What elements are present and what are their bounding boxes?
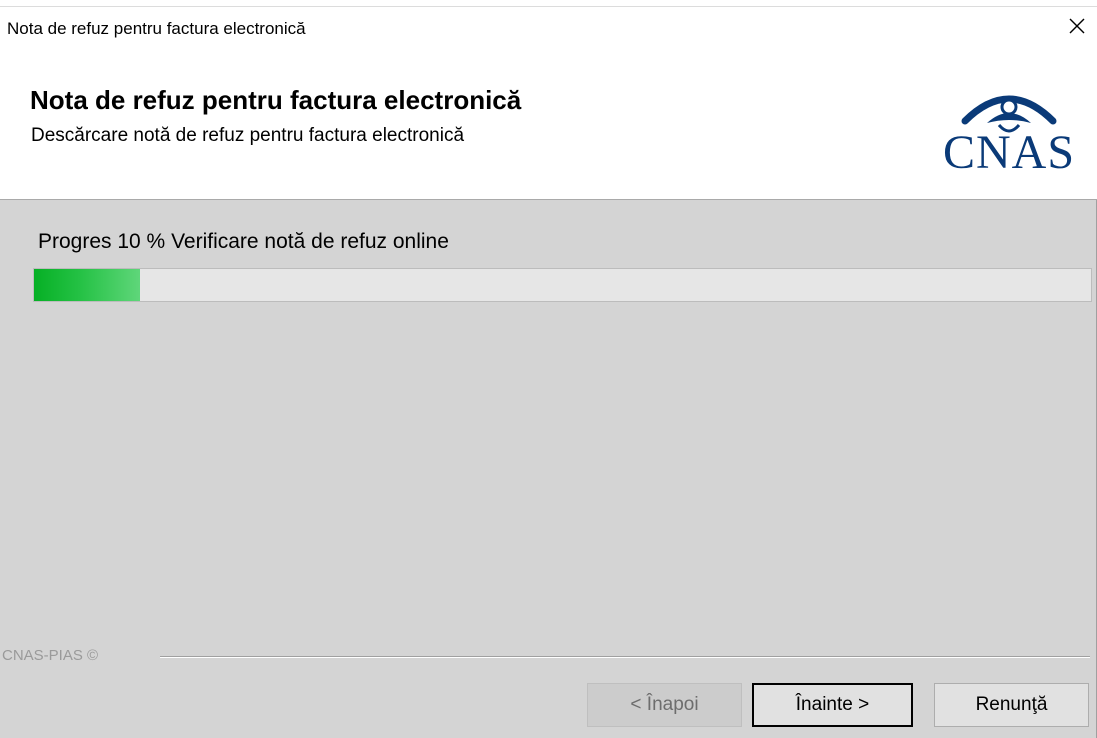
back-button[interactable]: < Înapoi (587, 683, 742, 727)
header-subtitle: Descărcare notă de refuz pentru factura … (31, 125, 465, 146)
wizard-body: Progres 10 % Verificare notă de refuz on… (0, 200, 1097, 738)
close-icon (1069, 18, 1085, 34)
window-title: Nota de refuz pentru factura electronică (7, 19, 306, 38)
close-button[interactable] (1057, 7, 1097, 45)
footer-brand: CNAS-PIAS © (2, 647, 99, 664)
cancel-button[interactable]: Renunţă (934, 683, 1089, 727)
logo-text: CNAS (942, 126, 1076, 179)
footer-divider (160, 656, 1090, 658)
next-button[interactable]: Înainte > (752, 683, 913, 727)
wizard-header: Nota de refuz pentru factura electronică… (0, 45, 1097, 200)
title-bar: Nota de refuz pentru factura electronică (0, 7, 1097, 45)
header-title: Nota de refuz pentru factura electronică (30, 85, 522, 115)
cnas-logo: CNAS (929, 81, 1089, 177)
progress-bar-fill (34, 269, 140, 301)
progress-label: Progres 10 % Verificare notă de refuz on… (38, 230, 449, 253)
progress-bar (33, 268, 1092, 302)
dialog-window: Nota de refuz pentru factura electronică… (0, 6, 1097, 738)
